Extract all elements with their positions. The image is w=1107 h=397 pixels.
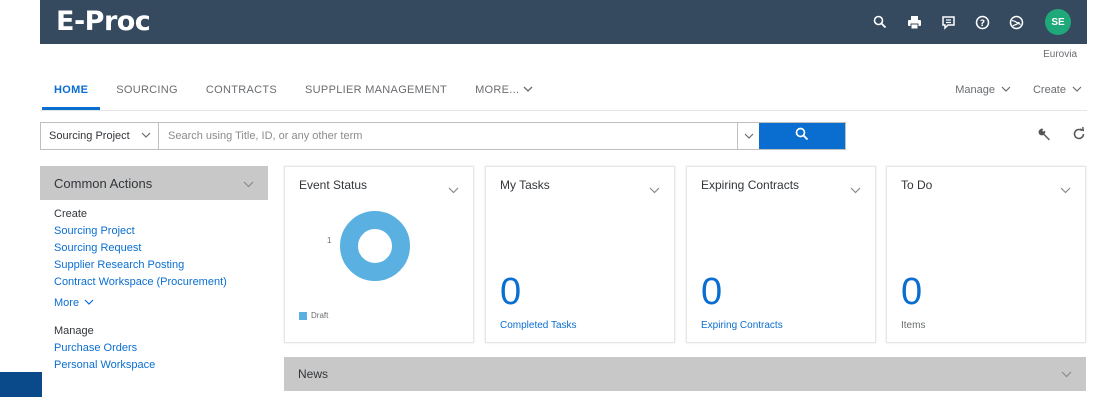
news-title: News [298, 367, 329, 381]
manage-menu-label: Manage [955, 84, 995, 96]
event-status-title: Event Status [299, 178, 368, 192]
corner-decoration [0, 372, 42, 397]
manage-section-label: Manage [54, 325, 94, 337]
wrench-icon[interactable] [1037, 126, 1053, 147]
more-actions-toggle[interactable]: More [40, 288, 268, 309]
expiring-contracts-count[interactable]: 0 [701, 273, 722, 311]
help-icon[interactable]: ? [971, 11, 993, 33]
todo-tile[interactable]: To Do 0 Items [886, 166, 1086, 343]
create-sourcing-request-link[interactable]: Sourcing Request [40, 237, 268, 254]
create-section-label: Create [54, 208, 88, 220]
create-menu-label: Create [1032, 84, 1066, 96]
donut-axis-label: 1 [327, 236, 332, 245]
manage-purchase-orders-link[interactable]: Purchase Orders [40, 337, 268, 354]
create-menu[interactable]: Create [1033, 84, 1082, 96]
legend-swatch-draft [299, 311, 307, 320]
nav-right-menus: Manage Create [955, 84, 1082, 96]
my-tasks-tile[interactable]: My Tasks 0 Completed Tasks [485, 166, 675, 343]
tab-more[interactable]: MORE... [461, 70, 547, 110]
manage-personal-workspace-link[interactable]: Personal Workspace [40, 354, 268, 371]
donut-slice-draft [340, 211, 410, 281]
my-tasks-count[interactable]: 0 [500, 273, 521, 311]
expiring-contracts-tile[interactable]: Expiring Contracts 0 Expiring Contracts [686, 166, 876, 343]
create-supplier-research-posting-link[interactable]: Supplier Research Posting [40, 254, 268, 271]
globe-icon[interactable] [1005, 11, 1027, 33]
chevron-down-icon[interactable] [649, 181, 660, 199]
event-status-donut [340, 211, 410, 281]
refresh-icon[interactable] [1071, 126, 1087, 147]
shell-bar: E-Proc ? SE [40, 0, 1087, 44]
create-sourcing-project-link[interactable]: Sourcing Project [40, 220, 268, 237]
chevron-down-icon [1072, 84, 1082, 96]
search-scope-select[interactable]: Sourcing Project [41, 123, 159, 149]
todo-sub: Items [901, 320, 926, 331]
chevron-down-icon [141, 130, 151, 142]
tab-contracts[interactable]: CONTRACTS [192, 70, 291, 110]
app-logo[interactable]: E-Proc [56, 6, 151, 37]
search-button[interactable] [759, 123, 845, 149]
search-icon[interactable] [869, 11, 891, 33]
search-icon [795, 127, 809, 146]
print-icon[interactable] [903, 11, 925, 33]
tab-more-label: MORE... [475, 84, 520, 96]
expiring-contracts-title: Expiring Contracts [701, 178, 800, 192]
chevron-down-icon [744, 127, 754, 145]
more-actions-label: More [54, 297, 80, 309]
event-status-tile[interactable]: Event Status 1 Draft [284, 166, 474, 343]
user-avatar[interactable]: SE [1045, 9, 1071, 35]
event-status-legend: Draft [299, 311, 328, 320]
todo-title: To Do [901, 178, 933, 192]
chevron-down-icon [243, 176, 254, 191]
chat-icon[interactable] [937, 11, 959, 33]
tab-supplier-management[interactable]: SUPPLIER MANAGEMENT [291, 70, 461, 110]
toolbar-icons [1037, 126, 1087, 147]
chevron-down-icon[interactable] [850, 181, 861, 199]
my-tasks-sub[interactable]: Completed Tasks [500, 320, 577, 331]
news-panel-header[interactable]: News [284, 357, 1086, 391]
shell-actions: ? SE [869, 0, 1071, 44]
chevron-down-icon [523, 84, 533, 96]
tab-sourcing[interactable]: SOURCING [102, 70, 192, 110]
search-input[interactable] [159, 123, 737, 149]
todo-count[interactable]: 0 [901, 273, 922, 311]
common-actions-header[interactable]: Common Actions [40, 166, 268, 200]
main-tabs: HOME SOURCING CONTRACTS SUPPLIER MANAGEM… [40, 70, 547, 110]
org-name: Eurovia [1043, 49, 1077, 60]
search-bar: Sourcing Project [40, 122, 846, 150]
tab-home[interactable]: HOME [40, 70, 102, 110]
chevron-down-icon [84, 297, 94, 309]
svg-text:?: ? [979, 18, 984, 28]
my-tasks-title: My Tasks [500, 178, 550, 192]
search-scope-label: Sourcing Project [49, 130, 130, 142]
search-dropdown-button[interactable] [737, 123, 759, 149]
manage-menu[interactable]: Manage [955, 84, 1011, 96]
chevron-down-icon[interactable] [448, 181, 459, 199]
nav-divider [40, 110, 1087, 111]
expiring-contracts-sub[interactable]: Expiring Contracts [701, 320, 783, 331]
chevron-down-icon [1061, 367, 1072, 381]
legend-label-draft: Draft [311, 311, 329, 320]
chevron-down-icon[interactable] [1060, 181, 1071, 199]
common-actions-title: Common Actions [54, 175, 153, 191]
create-contract-workspace-link[interactable]: Contract Workspace (Procurement) [40, 271, 268, 288]
chevron-down-icon [1001, 84, 1011, 96]
common-actions-panel: Common Actions Create Sourcing Project S… [40, 166, 268, 371]
